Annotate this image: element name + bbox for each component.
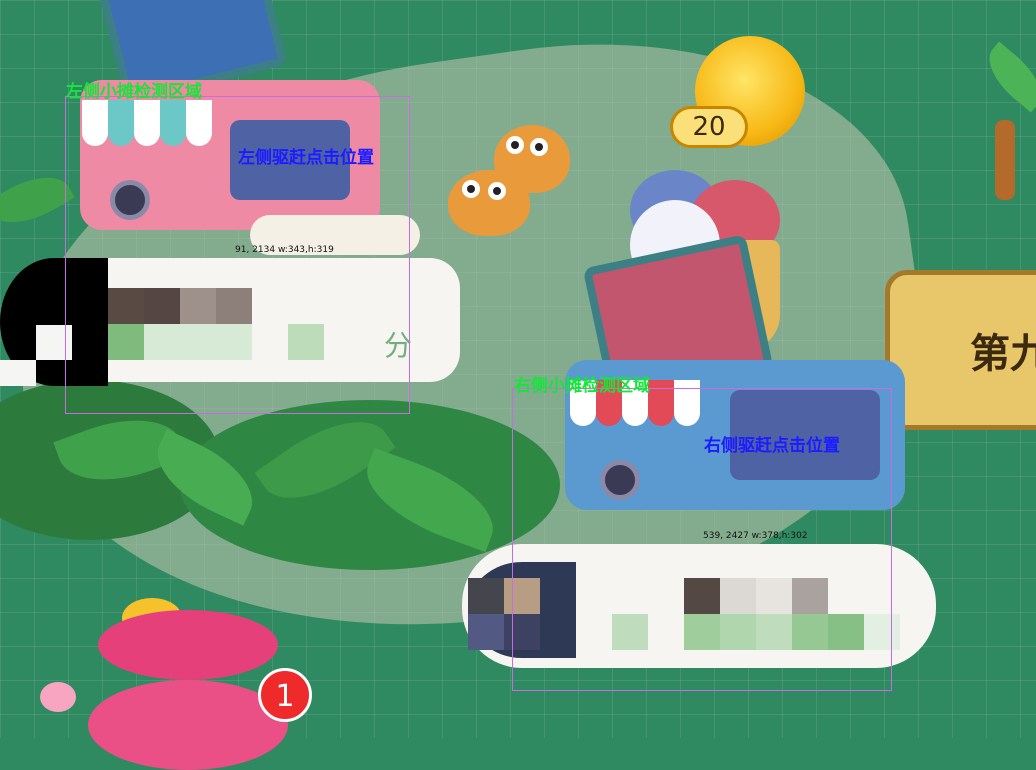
mud-creature [494,125,570,193]
tree-trunk [995,120,1015,200]
creature-eye [488,182,506,200]
leaf [0,162,75,238]
coin-amount: 20 [670,106,748,148]
left-stall-detect-label: 左侧小摊检测区域 [66,82,202,102]
avatar-pixel [468,614,504,650]
right-stall-coords: 539, 2427 w:378,h:302 [703,531,808,541]
level-sign-text: 第九 [970,331,1036,377]
right-stall-click-label: 右侧驱赶点击位置 [704,436,840,456]
level-sign[interactable]: 第九 [885,270,1036,430]
left-stall-click-label: 左侧驱赶点击位置 [238,148,374,168]
creature-eye [506,136,524,154]
bag-body [98,610,278,680]
creature-eye [462,180,480,198]
avatar-pixel [0,360,36,386]
right-stall-detect-label: 右侧小摊检测区域 [514,376,650,396]
avatar-pixel [468,578,504,614]
left-stall-coords: 91, 2134 w:343,h:319 [235,245,334,255]
bag-badge: 1 [258,668,312,722]
heart-icon [40,682,76,712]
lucky-bag-icon[interactable] [40,590,300,770]
leaf [977,41,1036,113]
creature-eye [530,138,548,156]
